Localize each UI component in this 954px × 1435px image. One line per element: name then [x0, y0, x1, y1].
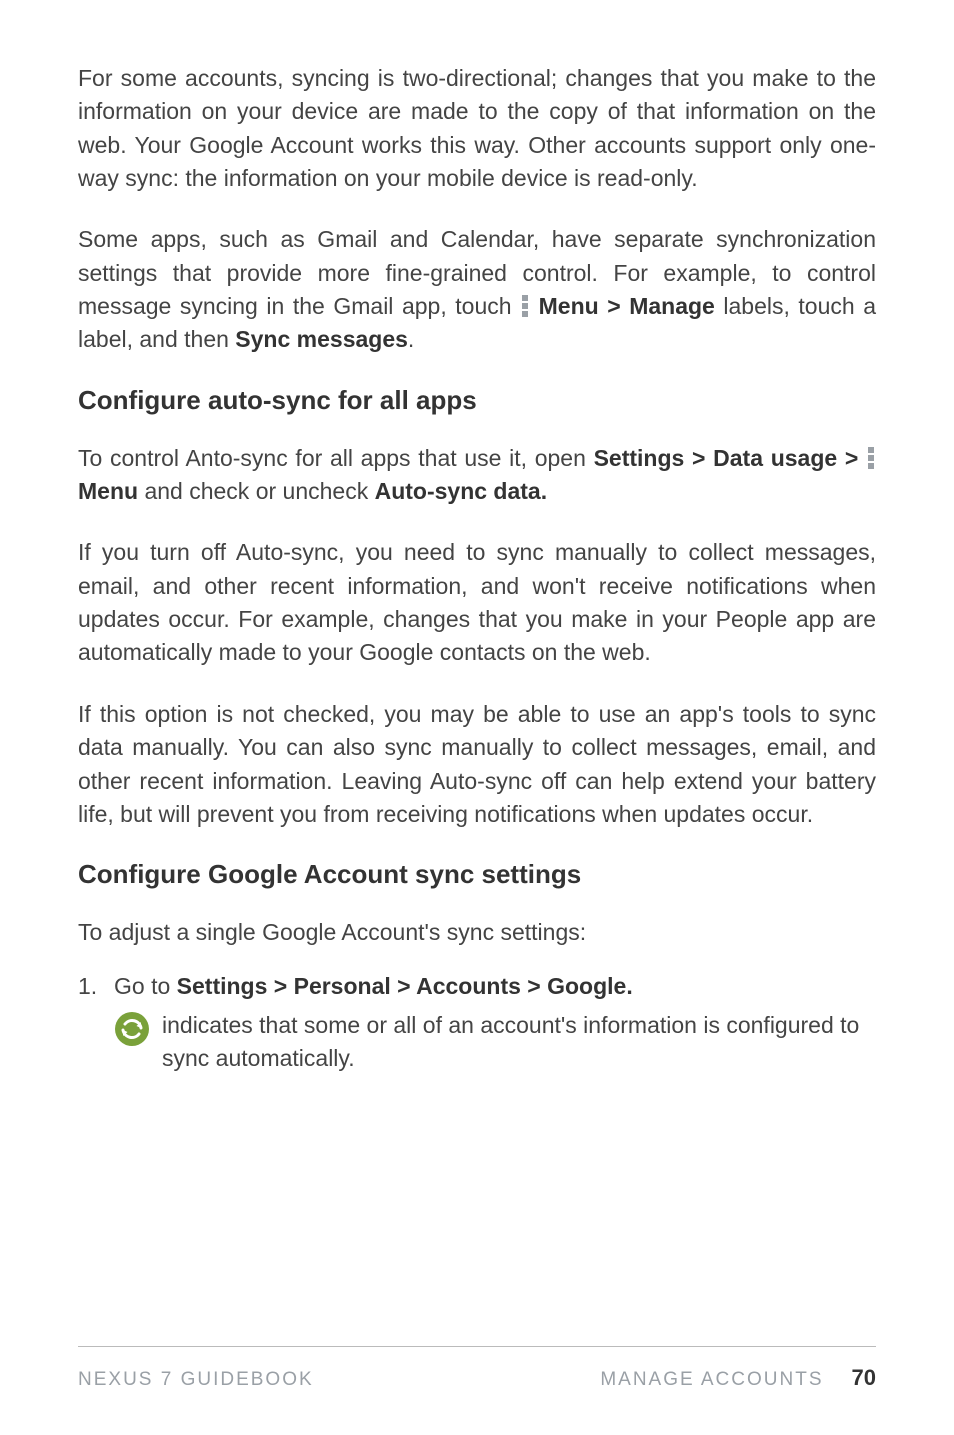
- overflow-menu-icon: [868, 447, 874, 469]
- page-footer: NEXUS 7 GUIDEBOOK MANAGE ACCOUNTS 70: [78, 1365, 876, 1391]
- paragraph-adjust-account: To adjust a single Google Account's sync…: [78, 916, 876, 949]
- text: and check or uncheck: [138, 478, 375, 504]
- footer-section-title: MANAGE ACCOUNTS: [600, 1369, 823, 1391]
- paragraph-intro: For some accounts, syncing is two-direct…: [78, 62, 876, 195]
- sync-icon: [114, 1011, 150, 1056]
- text: Go to: [114, 973, 177, 999]
- text-bold: Menu > Manage: [539, 293, 715, 319]
- footer-page-number: 70: [852, 1365, 876, 1391]
- sync-indicator-line: indicates that some or all of an account…: [78, 1009, 876, 1076]
- heading-configure-auto-sync: Configure auto-sync for all apps: [78, 385, 876, 416]
- overflow-menu-icon: [522, 295, 528, 317]
- text-bold: Settings > Personal > Accounts > Google.: [177, 973, 633, 999]
- paragraph-auto-sync-unchecked: If this option is not checked, you may b…: [78, 698, 876, 831]
- text-bold: Sync messages: [235, 326, 408, 352]
- sync-indicator-text: indicates that some or all of an account…: [162, 1009, 876, 1076]
- footer-book-title: NEXUS 7 GUIDEBOOK: [78, 1369, 314, 1391]
- paragraph-gmail-calendar: Some apps, such as Gmail and Calendar, h…: [78, 223, 876, 356]
- text-bold: Auto-sync data.: [375, 478, 548, 504]
- text: To control Anto-sync for all apps that u…: [78, 445, 594, 471]
- paragraph-auto-sync-off: If you turn off Auto-sync, you need to s…: [78, 536, 876, 669]
- paragraph-auto-sync-path: To control Anto-sync for all apps that u…: [78, 442, 876, 509]
- steps-list: Go to Settings > Personal > Accounts > G…: [78, 970, 876, 1003]
- text-bold: Menu: [78, 478, 138, 504]
- text: .: [408, 326, 414, 352]
- heading-configure-google-account: Configure Google Account sync settings: [78, 859, 876, 890]
- step-1: Go to Settings > Personal > Accounts > G…: [78, 970, 876, 1003]
- text-bold: Settings > Data usage >: [594, 445, 866, 471]
- footer-divider: [78, 1346, 876, 1347]
